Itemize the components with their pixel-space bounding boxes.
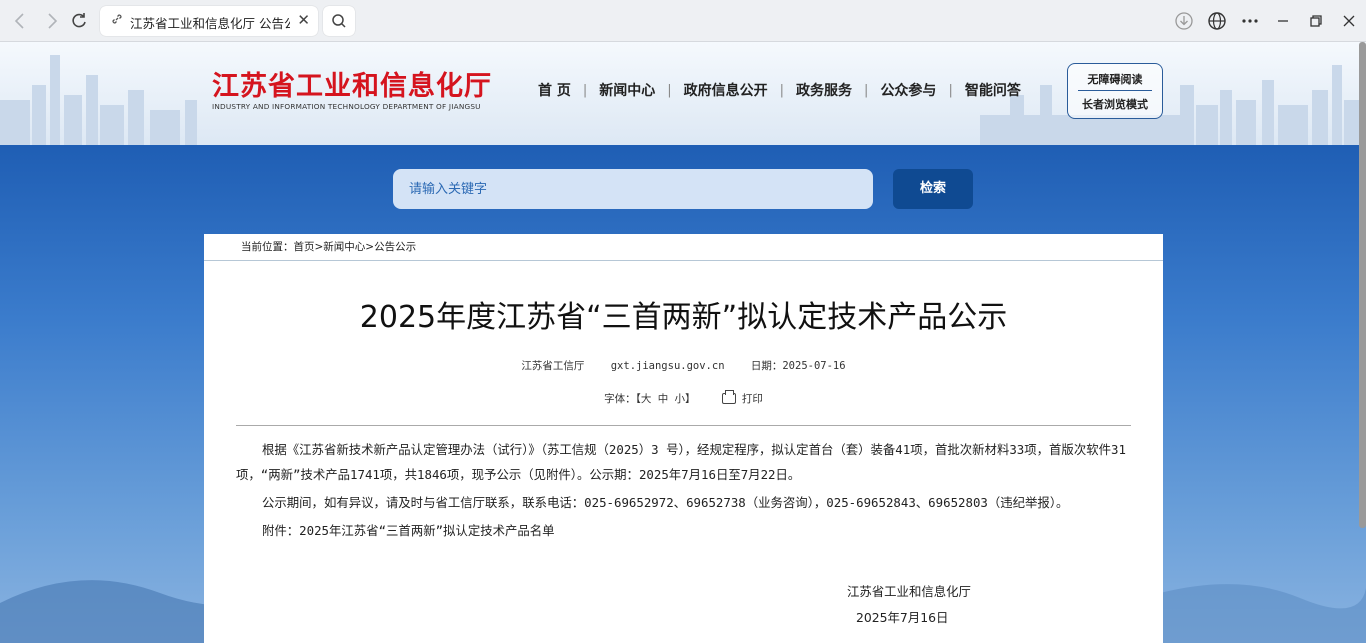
search-input[interactable] [393,169,873,209]
breadcrumb: 当前位置：首页>新闻中心>公告公示 [204,234,1163,261]
article-title: 2025年度江苏省“三首两新”拟认定技术产品公示 [359,300,1008,335]
nav-separator: | [667,82,672,98]
nav-gov-info[interactable]: 政府信息公开 [684,80,768,100]
browser-toolbar: 江苏省工业和信息化厅 公告公示 ✕ [0,0,1366,42]
chevron-right-icon[interactable] [40,9,64,33]
nav-home[interactable]: 首 页 [538,80,571,100]
restore-icon[interactable] [1304,9,1328,33]
download-icon[interactable] [1172,9,1196,33]
signature-date: 2025年7月16日 [856,610,949,625]
tab-title: 江苏省工业和信息化厅 公告公示 [130,16,290,31]
scrollbar[interactable] [1359,42,1366,528]
breadcrumb-path[interactable]: 首页>新闻中心>公告公示 [294,241,417,253]
font-size-selector[interactable]: 字体：【大 中 小】 [604,393,695,405]
article-date: 日期：2025-07-16 [750,360,846,372]
elder-mode-link[interactable]: 长者浏览模式 [1068,96,1162,112]
article-site: gxt.jiangsu.gov.cn [610,360,725,372]
link-icon [110,12,124,28]
window-close-icon[interactable] [1337,9,1361,33]
more-icon[interactable] [1238,9,1262,33]
logo-title[interactable]: 江苏省工业和信息化厅 [212,64,492,103]
divider [236,425,1131,426]
nav-separator: | [582,82,588,98]
search-button[interactable]: 检索 [893,169,973,209]
breadcrumb-label: 当前位置： [241,241,294,253]
nav-separator: | [864,82,869,98]
browser-tab[interactable]: 江苏省工业和信息化厅 公告公示 ✕ [100,6,318,36]
nav-smart-qa[interactable]: 智能问答 [965,80,1021,100]
article-paragraph: 公示期间，如有异议，请及时与省工信厅联系，联系电话：025-69652972、6… [262,495,1069,510]
logo-subtitle: INDUSTRY AND INFORMATION TECHNOLOGY DEPA… [212,102,481,111]
article-paragraph: 根据《江苏省新技术新产品认定管理办法（试行）》（苏工信规（2025）3 号），经… [236,442,1126,482]
article-meta: 江苏省工信厅 gxt.jiangsu.gov.cn 日期：2025-07-16 [204,358,1163,373]
nav-separator: | [948,82,953,98]
site-header: 江苏省工业和信息化厅 INDUSTRY AND INFORMATION TECH… [0,42,1366,145]
signature: 江苏省工业和信息化厅 [847,584,971,599]
accessibility-reading-link[interactable]: 无障碍阅读 [1068,71,1162,87]
chevron-left-icon[interactable] [8,9,32,33]
nav-separator: | [779,82,785,98]
close-icon[interactable]: ✕ [297,11,310,29]
article-body: 根据《江苏省新技术新产品认定管理办法（试行）》（苏工信规（2025）3 号），经… [236,437,1134,546]
print-icon[interactable] [721,390,736,404]
nav-services[interactable]: 政务服务 [796,80,852,100]
search-icon[interactable] [323,6,355,36]
print-link[interactable]: 打印 [742,393,763,405]
nav-news[interactable]: 新闻中心 [599,80,655,100]
reload-icon[interactable] [67,9,91,33]
nav-participation[interactable]: 公众参与 [880,80,936,100]
accessibility-box: 无障碍阅读 长者浏览模式 [1067,63,1163,119]
attachment-link[interactable]: 附件：2025年江苏省“三首两新”拟认定技术产品名单 [236,518,1134,543]
article-panel: 当前位置：首页>新闻中心>公告公示 2025年度江苏省“三首两新”拟认定技术产品… [204,234,1163,643]
article-tools: 字体：【大 中 小】 打印 [204,390,1163,406]
article-source: 江苏省工信厅 [521,360,585,372]
minimize-icon[interactable] [1271,9,1295,33]
main-nav: 首 页 | 新闻中心 | 政府信息公开 | 政务服务 | 公众参与 | 智能问答 [538,80,1021,100]
divider [1078,90,1152,91]
globe-icon[interactable] [1205,9,1229,33]
